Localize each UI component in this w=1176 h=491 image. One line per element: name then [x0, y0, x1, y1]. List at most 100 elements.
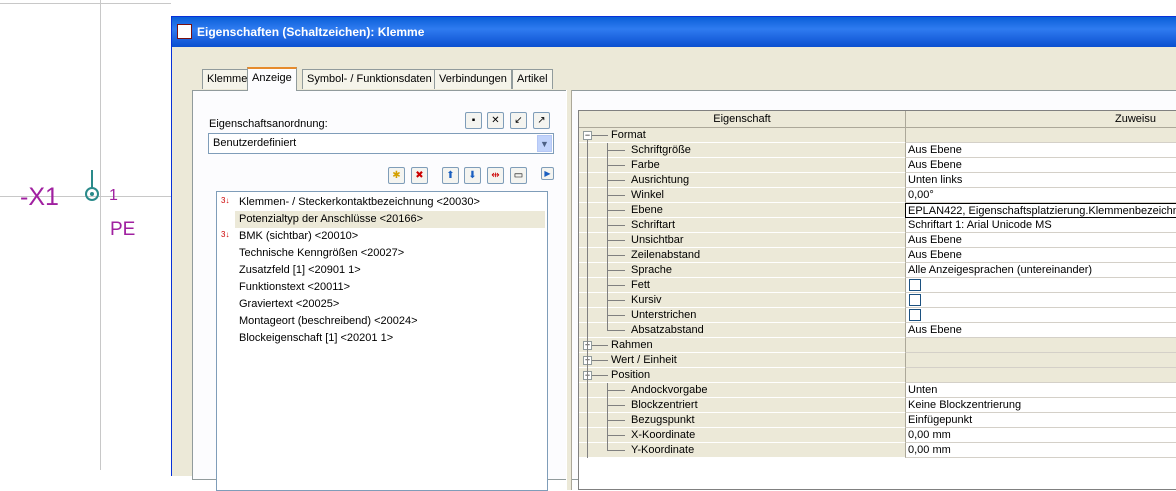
property-value-cell[interactable]: Aus Ebene — [905, 323, 1176, 338]
column-header-zuweisung[interactable]: Zuweisu — [906, 111, 1176, 128]
more-options-button[interactable]: ▶ — [541, 167, 554, 180]
property-value-cell[interactable] — [905, 278, 1176, 293]
property-row[interactable]: Schriftgröße Aus Ebene — [579, 143, 1176, 158]
checkbox[interactable] — [909, 309, 921, 321]
property-value: Aus Ebene — [908, 159, 962, 171]
property-row[interactable]: Unterstrichen — [579, 308, 1176, 323]
checkbox[interactable] — [909, 279, 921, 291]
property-row[interactable]: Schriftart Schriftart 1: Arial Unicode MS — [579, 218, 1176, 233]
property-row[interactable]: Andockvorgabe Unten — [579, 383, 1176, 398]
property-value-cell[interactable]: Unten links — [905, 173, 1176, 188]
list-item[interactable]: Potenzialtyp der Anschlüsse <20166> — [235, 211, 545, 228]
property-row[interactable]: Kursiv — [579, 293, 1176, 308]
new-entry-button[interactable]: ✱ — [388, 167, 405, 184]
list-item[interactable]: Funktionstext <20011> — [239, 279, 350, 296]
property-value-cell[interactable]: Alle Anzeigesprachen (untereinander) — [905, 263, 1176, 278]
property-group-row[interactable]: +Wert / Einheit — [579, 353, 1176, 368]
list-item[interactable]: Blockeigenschaft [1] <20201 1> — [239, 330, 393, 347]
tab-symbol-funktionsdaten[interactable]: Symbol- / Funktionsdaten — [302, 69, 437, 89]
list-item[interactable]: BMK (sichtbar) <20010> — [239, 228, 358, 245]
property-label: Unsichtbar — [631, 234, 684, 246]
property-value: 0,00 mm — [908, 444, 951, 456]
dialog-titlebar[interactable]: Eigenschaften (Schaltzeichen): Klemme — [172, 17, 1176, 47]
property-row[interactable]: Winkel 0,00° — [579, 188, 1176, 203]
list-item[interactable]: Zusatzfeld [1] <20901 1> — [239, 262, 361, 279]
list-item[interactable]: Graviertext <20025> — [239, 296, 339, 313]
arrangement-select[interactable]: Benutzerdefiniert ▼ — [208, 133, 554, 154]
property-value-cell[interactable]: Aus Ebene — [905, 233, 1176, 248]
tab-artikel[interactable]: Artikel — [512, 69, 553, 89]
property-label: Ebene — [631, 204, 663, 216]
property-row[interactable]: Zeilenabstand Aus Ebene — [579, 248, 1176, 263]
property-value-cell[interactable] — [905, 293, 1176, 308]
tab-klemme[interactable]: Klemme — [202, 69, 253, 89]
property-row[interactable]: Unsichtbar Aus Ebene — [579, 233, 1176, 248]
property-row[interactable]: Fett — [579, 278, 1176, 293]
move-up-button[interactable]: ⬆ — [442, 167, 459, 184]
delete-arrangement-button[interactable]: ✕ — [487, 112, 504, 129]
property-row[interactable]: Ausrichtung Unten links — [579, 173, 1176, 188]
property-row[interactable]: Blockzentriert Keine Blockzentrierung — [579, 398, 1176, 413]
tab-verbindungen[interactable]: Verbindungen — [434, 69, 512, 89]
property-row[interactable]: Bezugspunkt Einfügepunkt — [579, 413, 1176, 428]
property-group-row[interactable]: − Format — [579, 128, 1176, 143]
split-button[interactable]: ⇹ — [487, 167, 504, 184]
chevron-down-icon[interactable]: ▼ — [537, 135, 552, 152]
tab-anzeige[interactable]: Anzeige — [247, 67, 297, 91]
export-icon: ↗ — [537, 115, 546, 126]
property-value-cell[interactable]: Keine Blockzentrierung — [905, 398, 1176, 413]
list-item[interactable]: Technische Kenngrößen <20027> — [239, 245, 404, 262]
property-grid[interactable]: Eigenschaft Zuweisu − Format Schriftgröße A… — [578, 110, 1176, 490]
save-arrangement-button[interactable]: ▪ — [465, 112, 482, 129]
property-label: Schriftgröße — [631, 144, 691, 156]
property-value-cell[interactable]: Aus Ebene — [905, 143, 1176, 158]
delete-entry-button[interactable]: ✖ — [411, 167, 428, 184]
arrangement-label: Eigenschaftsanordnung: — [209, 118, 328, 130]
collapse-icon[interactable]: − — [583, 131, 592, 140]
terminal-symbol-icon[interactable] — [83, 168, 103, 208]
property-value: Aus Ebene — [908, 144, 962, 156]
property-row[interactable]: Absatzabstand Aus Ebene — [579, 323, 1176, 338]
property-name-cell: Blockzentriert — [579, 398, 905, 413]
properties-list[interactable]: 3↓ Klemmen- / Steckerkontaktbezeichnung <… — [216, 191, 548, 491]
column-header-eigenschaft[interactable]: Eigenschaft — [579, 111, 906, 128]
delete-icon: ✕ — [491, 115, 500, 126]
property-value-cell — [905, 368, 1176, 383]
property-value: Unten — [908, 384, 938, 396]
property-label: Blockzentriert — [631, 399, 698, 411]
property-value-cell[interactable]: 0,00° — [905, 188, 1176, 203]
property-value-cell[interactable]: 0,00 mm — [905, 443, 1176, 458]
list-item[interactable]: Montageort (beschreibend) <20024> — [239, 313, 418, 330]
device-tag[interactable]: -X1 — [20, 183, 59, 212]
property-value: Aus Ebene — [908, 249, 962, 261]
property-name-cell: Sprache — [579, 263, 905, 278]
property-value-cell[interactable]: Aus Ebene — [905, 158, 1176, 173]
property-value-cell[interactable] — [905, 308, 1176, 323]
property-label: Kursiv — [631, 294, 662, 306]
export-arrangement-button[interactable]: ↗ — [533, 112, 550, 129]
property-value-cell[interactable]: 0,00 mm — [905, 428, 1176, 443]
panel-splitter[interactable] — [566, 90, 572, 490]
property-row[interactable]: Farbe Aus Ebene — [579, 158, 1176, 173]
import-arrangement-button[interactable]: ↙ — [510, 112, 527, 129]
properties-dialog: Eigenschaften (Schaltzeichen): Klemme Kl… — [171, 16, 1176, 491]
property-row[interactable]: X-Koordinate 0,00 mm — [579, 428, 1176, 443]
property-group-row[interactable]: +Rahmen — [579, 338, 1176, 353]
property-value: Aus Ebene — [908, 234, 962, 246]
property-value-cell[interactable]: Aus Ebene — [905, 248, 1176, 263]
group-button[interactable]: ▭ — [510, 167, 527, 184]
property-value-cell[interactable]: Einfügepunkt — [905, 413, 1176, 428]
list-item[interactable]: Klemmen- / Steckerkontaktbezeichnung <20… — [239, 194, 480, 211]
move-down-button[interactable]: ⬇ — [464, 167, 481, 184]
move-down-icon: ⬇ — [468, 170, 477, 181]
property-value-cell[interactable]: Unten — [905, 383, 1176, 398]
property-value-cell — [905, 338, 1176, 353]
checkbox[interactable] — [909, 294, 921, 306]
property-row[interactable]: Y-Koordinate 0,00 mm — [579, 443, 1176, 458]
property-row[interactable]: Ebene EPLAN422, Eigenschaftsplatzierung.K… — [579, 203, 1176, 218]
property-value-cell[interactable]: EPLAN422, Eigenschaftsplatzierung.Klemme… — [905, 203, 1176, 218]
property-group-row[interactable]: −Position — [579, 368, 1176, 383]
property-label: Andockvorgabe — [631, 384, 708, 396]
property-value-cell[interactable]: Schriftart 1: Arial Unicode MS — [905, 218, 1176, 233]
property-row[interactable]: Sprache Alle Anzeigesprachen (untereinand… — [579, 263, 1176, 278]
